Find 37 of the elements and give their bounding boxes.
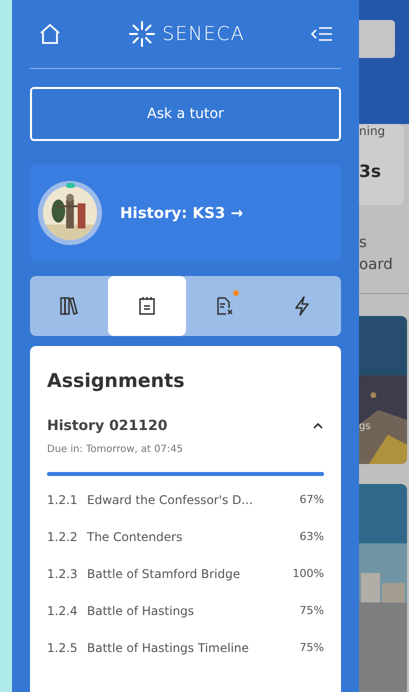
- section-number: 1.2.4: [47, 604, 79, 618]
- notification-dot: [233, 290, 240, 296]
- course-title: History: KS3 →: [120, 204, 244, 222]
- section-title[interactable]: Battle of Stamford Bridge: [87, 566, 293, 580]
- course-card[interactable]: History: KS3 →: [30, 164, 341, 261]
- section-number: 1.2.2: [47, 530, 79, 544]
- section-title[interactable]: Edward the Confessor's D...: [87, 492, 300, 506]
- notepad-icon: [136, 296, 157, 316]
- section-score: 63%: [300, 530, 324, 543]
- card-caption: gs: [359, 420, 371, 432]
- section-score: 75%: [300, 641, 324, 654]
- section-title[interactable]: Battle of Hastings: [87, 604, 300, 618]
- lightning-icon: [293, 296, 312, 316]
- search-field[interactable]: [359, 20, 395, 58]
- due-date: Due in: Tomorrow, at 07:45: [47, 444, 184, 455]
- section-title[interactable]: The Contenders: [87, 530, 300, 544]
- books-icon: [58, 296, 79, 316]
- section-score: 67%: [300, 493, 324, 506]
- section-number: 1.2.1: [47, 492, 79, 506]
- ask-tutor-button[interactable]: Ask a tutor: [30, 87, 341, 141]
- section-number: 1.2.3: [47, 566, 79, 580]
- link-text[interactable]: oard: [359, 252, 409, 275]
- assignments-tab[interactable]: [108, 276, 186, 336]
- assignment-title: History 021120: [47, 418, 168, 434]
- section-number: 1.2.5: [47, 640, 79, 654]
- chevron-icon[interactable]: [312, 422, 324, 430]
- panel-title: Assignments: [47, 370, 186, 392]
- section-score: 100%: [292, 567, 324, 580]
- stat-value: 3s: [359, 162, 382, 182]
- logo-text: SENECA: [162, 23, 245, 45]
- stat-label: ning: [359, 124, 386, 138]
- link-text[interactable]: s: [359, 230, 409, 253]
- home-icon[interactable]: [38, 23, 62, 45]
- sunburst-logo-icon: [128, 20, 156, 48]
- section-title[interactable]: Battle of Hastings Timeline: [87, 640, 300, 654]
- collapse-menu-icon[interactable]: [311, 25, 333, 43]
- section-score: 75%: [300, 604, 324, 617]
